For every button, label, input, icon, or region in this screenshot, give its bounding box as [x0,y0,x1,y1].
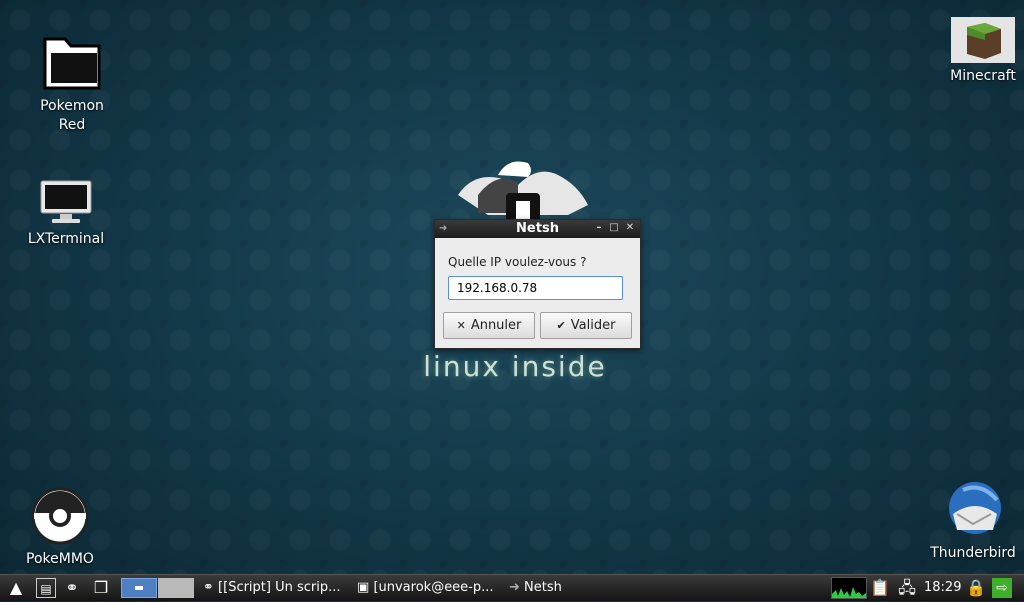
cancel-button-label: Annuler [470,318,522,333]
task-terminal[interactable]: ▣ [unvarok@eee-p... [357,577,505,599]
task-script[interactable]: ⚭ [[Script] Un scrip... [203,577,353,599]
desktop-icon-label: Pokemon [40,98,104,114]
desktop-icon-label: Red [58,117,86,133]
show-desktop-icon[interactable]: ❐ [91,578,111,598]
start-menu-icon[interactable]: ▲ [6,578,26,598]
desktop-icon-label: LXTerminal [27,231,105,247]
clock[interactable]: 18:29 [924,575,961,601]
wallpaper-text: linux inside [423,350,607,383]
clipboard-icon[interactable]: 📋 [870,578,890,598]
browser-icon: ⚭ [203,580,214,595]
task-label: [unvarok@eee-p... [373,580,494,595]
desktop-icon-lxterminal[interactable]: LXTerminal [20,178,112,249]
desktop-icon-pokemon-red[interactable]: Pokemon Red [30,33,114,135]
minimize-icon[interactable]: – [592,221,606,235]
dialog-titlebar[interactable]: ➜ Netsh – □ ✕ [435,220,640,238]
thunderbird-icon [943,480,1003,540]
cancel-button[interactable]: ✕ Annuler [443,312,535,339]
ok-button-label: Valider [570,318,616,333]
maximize-icon[interactable]: □ [607,221,621,235]
netsh-icon: ➜ [509,580,520,595]
ok-button[interactable]: ✔ Valider [540,312,632,339]
pokeball-icon [30,486,90,546]
terminal-icon: ▣ [357,580,370,595]
cpu-monitor [831,577,867,599]
desktop-icon-thunderbird[interactable]: Thunderbird [922,480,1024,563]
lock-icon[interactable]: 🔒 [966,578,986,598]
logout-icon[interactable]: ⇨ [992,578,1012,598]
task-label: [[Script] Un scrip... [218,580,341,595]
desktop-icon-minecraft[interactable]: Minecraft [940,17,1024,86]
monitor-icon [38,178,94,226]
desktop-icon-label: Thunderbird [930,545,1016,561]
workspace-1[interactable] [121,578,157,598]
desktop-icon-label: Minecraft [950,68,1016,84]
browser-launcher-icon[interactable]: ⚭ [62,578,82,598]
grass-block-icon [951,17,1015,63]
file-manager-icon[interactable]: ▤ [36,578,56,598]
workspace-2[interactable] [158,578,194,598]
netsh-dialog: ➜ Netsh – □ ✕ Quelle IP voulez-vous ? ✕ … [434,219,641,349]
ip-input[interactable] [448,276,623,300]
close-icon: ✕ [456,319,466,332]
network-icon[interactable]: 🖧 [897,578,917,598]
desktop-icon-pokemmo[interactable]: PokeMMO [14,486,106,569]
check-icon: ✔ [556,319,566,332]
close-icon[interactable]: ✕ [623,221,637,235]
folder-icon [39,33,105,93]
task-netsh[interactable]: ➜ Netsh [509,577,599,599]
dialog-prompt: Quelle IP voulez-vous ? [448,255,587,269]
desktop-icon-label: PokeMMO [26,551,94,567]
task-label: Netsh [524,580,562,595]
taskbar: ▲ ▤ ⚭ ❐ ⚭ [[Script] Un scrip... ▣ [unvar… [0,574,1024,601]
